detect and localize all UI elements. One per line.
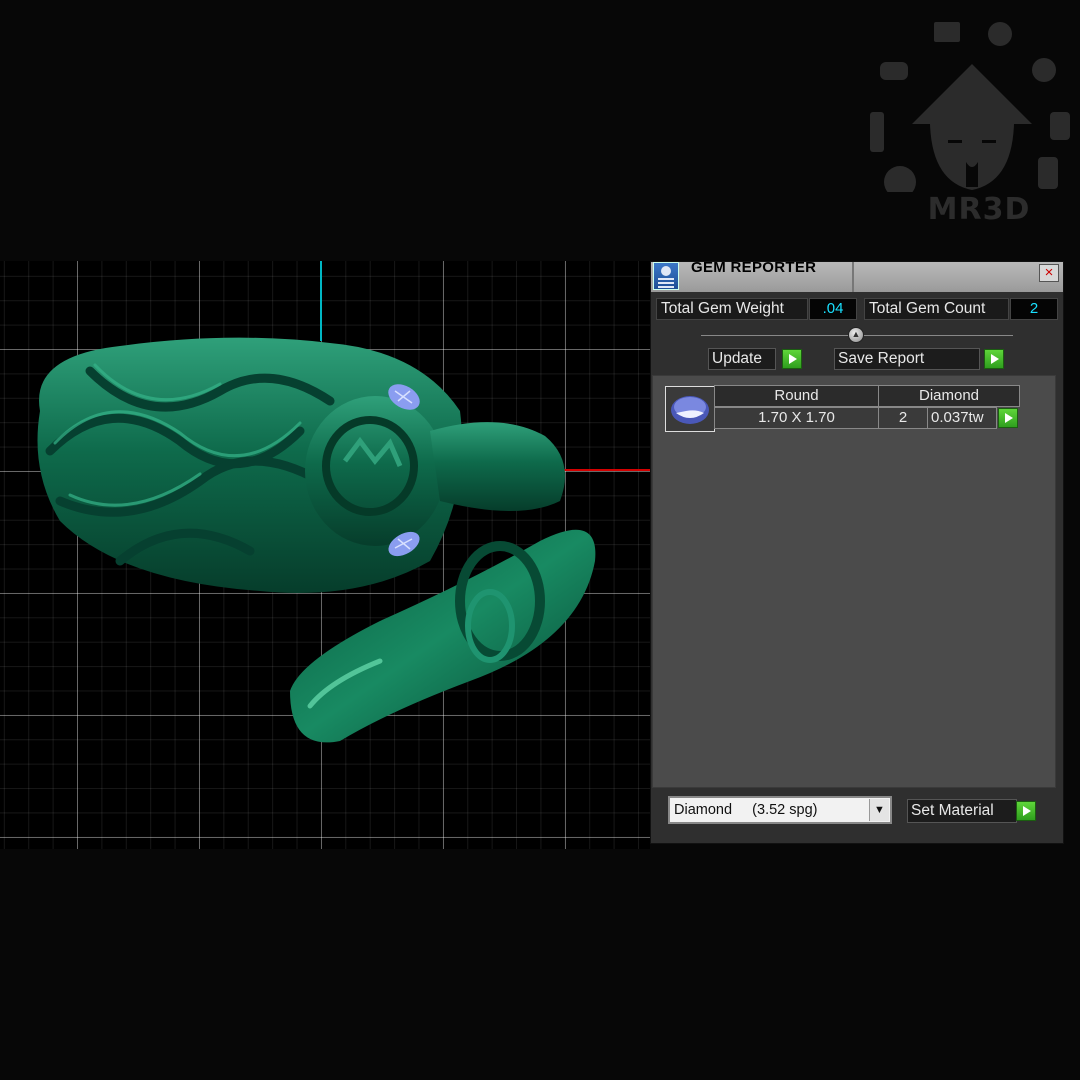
gem-size-cell: 1.70 X 1.70 — [714, 407, 879, 429]
watermark-emblem-icon — [870, 22, 1070, 198]
gem-material-header: Diamond — [878, 385, 1020, 407]
ring-model — [37, 261, 650, 743]
material-select[interactable]: Diamond (3.52 spg) ▼ — [668, 796, 892, 824]
update-button[interactable]: Update — [708, 348, 776, 370]
panel-titlebar[interactable]: GEM REPORTER × — [651, 259, 1063, 292]
set-material-button[interactable]: Set Material — [907, 799, 1017, 823]
gem-reporter-panel: GEM REPORTER × Total Gem Weight .04 Tota… — [650, 259, 1064, 844]
gem-row-play-icon[interactable] — [998, 408, 1018, 428]
set-material-play-icon[interactable] — [1016, 801, 1036, 821]
round-gem-icon[interactable] — [665, 386, 715, 432]
gem-count-cell: 2 — [878, 407, 928, 429]
update-play-icon[interactable] — [782, 349, 802, 369]
watermark-logo: MR3D — [862, 12, 1080, 232]
total-gem-weight-value: .04 — [809, 298, 857, 320]
3d-viewport[interactable] — [0, 261, 650, 849]
watermark-brand-text: MR3D — [927, 192, 1031, 227]
titlebar-divider — [852, 262, 854, 292]
panel-title: GEM REPORTER — [691, 259, 817, 276]
gem-reporter-app-icon — [653, 262, 679, 290]
total-gem-weight-label: Total Gem Weight — [656, 298, 808, 320]
total-gem-count-value: 2 — [1010, 298, 1058, 320]
panel-splitter-handle[interactable]: ▲ — [848, 327, 864, 343]
close-icon[interactable]: × — [1039, 264, 1059, 282]
save-report-button[interactable]: Save Report — [834, 348, 980, 370]
chevron-down-icon[interactable]: ▼ — [869, 799, 889, 821]
total-gem-count-label: Total Gem Count — [864, 298, 1009, 320]
gem-shape-header: Round — [714, 385, 879, 407]
save-report-play-icon[interactable] — [984, 349, 1004, 369]
material-select-value: Diamond (3.52 spg) — [674, 802, 818, 818]
gem-list: Round Diamond 1.70 X 1.70 2 0.037tw — [652, 375, 1056, 788]
gem-weight-cell: 0.037tw — [927, 407, 997, 429]
